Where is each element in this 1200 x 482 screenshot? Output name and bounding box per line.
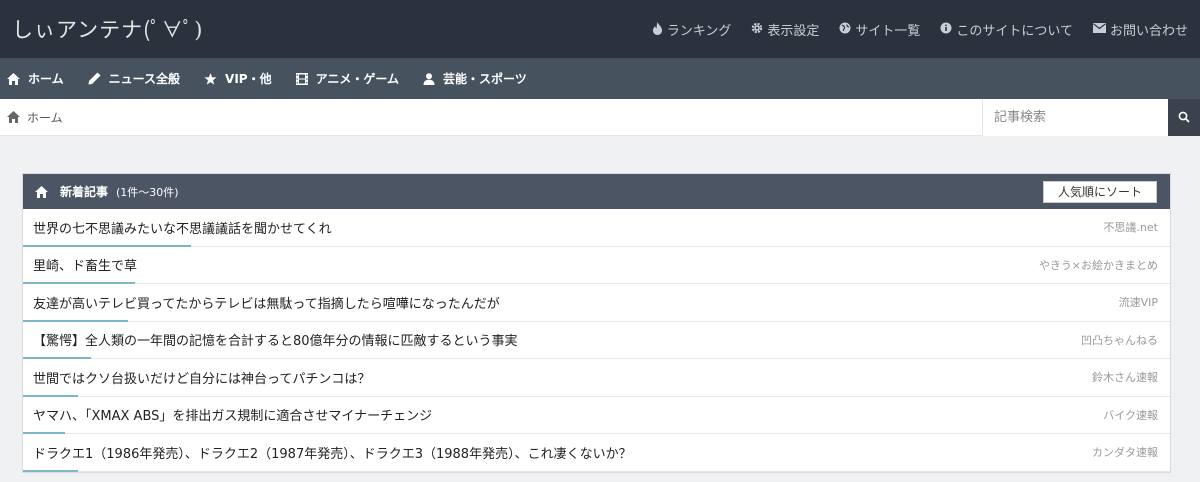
gear-icon bbox=[751, 22, 763, 36]
article-title[interactable]: ヤマハ、「XMAX ABS」を排出ガス規制に適合させマイナーチェンジ bbox=[33, 405, 432, 424]
fire-icon bbox=[652, 21, 663, 37]
article-source[interactable]: カンダタ速報 bbox=[1092, 444, 1158, 460]
breadcrumb[interactable]: ホーム bbox=[0, 109, 63, 126]
article-list: 世界の七不思議みたいな不思議議話を聞かせてくれ 不思議.net 里崎、ド畜生で草 やき… bbox=[23, 209, 1170, 472]
article-title[interactable]: 世間ではクソ台扱いだけど自分には神台ってパチンコは？ bbox=[33, 368, 370, 387]
site-list-link[interactable]: サイト一覧 bbox=[839, 20, 920, 39]
nav-item-news[interactable]: ニュース全般 bbox=[88, 70, 180, 87]
nav-label-vip: VIP・他 bbox=[225, 72, 272, 86]
article-row[interactable]: ドラクエ1（1986年発売）、ドラクエ2（1987年発売）、ドラクエ3（1988… bbox=[23, 434, 1170, 472]
about-label: このサイトについて bbox=[956, 23, 1073, 39]
site-list-label: サイト一覧 bbox=[855, 23, 921, 39]
mail-icon bbox=[1092, 23, 1106, 35]
star-icon bbox=[204, 72, 217, 85]
popularity-bar bbox=[23, 469, 78, 472]
article-source[interactable]: 鈴木さん速報 bbox=[1092, 369, 1158, 385]
about-link[interactable]: このサイトについて bbox=[940, 20, 1073, 39]
article-title[interactable]: 里崎、ド畜生で草 bbox=[33, 255, 137, 274]
pencil-icon bbox=[88, 72, 101, 85]
panel-title-text: 新着記事 bbox=[60, 185, 109, 199]
contact-label: お問い合わせ bbox=[1109, 23, 1188, 39]
sort-popular-button[interactable]: 人気順にソート bbox=[1042, 180, 1157, 203]
article-title[interactable]: ドラクエ1（1986年発売）、ドラクエ2（1987年発売）、ドラクエ3（1988… bbox=[33, 443, 632, 462]
display-settings-label: 表示設定 bbox=[767, 23, 820, 39]
search-box bbox=[982, 98, 1200, 136]
article-source[interactable]: 不思議.net bbox=[1103, 219, 1158, 235]
globe-icon bbox=[839, 22, 851, 36]
site-logo[interactable]: しぃアンテナ(ﾟ∀ﾟ) bbox=[12, 14, 203, 44]
nav-label-news: ニュース全般 bbox=[108, 72, 181, 86]
article-source[interactable]: バイク速報 bbox=[1103, 407, 1158, 423]
user-icon bbox=[423, 72, 435, 85]
category-nav: ホーム ニュース全般 VIP・他 アニメ・ゲーム 芸能・スポーツ bbox=[0, 58, 1200, 99]
search-button[interactable] bbox=[1168, 98, 1200, 136]
ranking-label: ランキング bbox=[666, 23, 732, 39]
nav-item-anime[interactable]: アニメ・ゲーム bbox=[295, 70, 400, 87]
nav-item-home[interactable]: ホーム bbox=[7, 70, 64, 87]
nav-label-anime: アニメ・ゲーム bbox=[315, 72, 400, 86]
new-articles-panel: 新着記事 (1件～30件) 人気順にソート 世界の七不思議みたいな不思議議話を聞… bbox=[22, 173, 1171, 473]
nav-item-entertainment[interactable]: 芸能・スポーツ bbox=[423, 70, 527, 87]
article-row[interactable]: 世界の七不思議みたいな不思議議話を聞かせてくれ 不思議.net bbox=[23, 209, 1170, 247]
breadcrumb-bar: ホーム bbox=[0, 98, 1200, 136]
article-row[interactable]: 【驚愕】全人類の一年間の記憶を合計すると80億年分の情報に匹敵するという事実 凹凸… bbox=[23, 322, 1170, 359]
nav-label-home: ホーム bbox=[28, 72, 64, 86]
article-row[interactable]: 里崎、ド畜生で草 やきう×お絵かきまとめ bbox=[23, 247, 1170, 284]
article-title[interactable]: 【驚愕】全人類の一年間の記憶を合計すると80億年分の情報に匹敵するという事実 bbox=[33, 330, 518, 349]
nav-item-vip[interactable]: VIP・他 bbox=[204, 70, 272, 87]
article-row[interactable]: ヤマハ、「XMAX ABS」を排出ガス規制に適合させマイナーチェンジ バイク速報 bbox=[23, 397, 1170, 434]
breadcrumb-home[interactable]: ホーム bbox=[27, 109, 63, 126]
ranking-link[interactable]: ランキング bbox=[652, 20, 732, 39]
panel-range: (1件～30件) bbox=[116, 185, 179, 199]
top-header: しぃアンテナ(ﾟ∀ﾟ) ランキング 表示設定 サイト一覧 このサイトについて お… bbox=[0, 0, 1200, 58]
search-input[interactable] bbox=[982, 98, 1168, 136]
home-icon bbox=[7, 72, 20, 85]
home-icon bbox=[7, 111, 20, 123]
film-icon bbox=[295, 72, 308, 85]
article-source[interactable]: 凹凸ちゃんねる bbox=[1081, 332, 1158, 348]
article-title[interactable]: 世界の七不思議みたいな不思議議話を聞かせてくれ bbox=[33, 218, 332, 237]
info-icon bbox=[940, 22, 952, 36]
panel-header: 新着記事 (1件～30件) 人気順にソート bbox=[23, 174, 1170, 209]
search-icon bbox=[1178, 108, 1190, 127]
nav-label-entertainment: 芸能・スポーツ bbox=[443, 72, 527, 86]
contact-link[interactable]: お問い合わせ bbox=[1092, 20, 1188, 39]
article-title[interactable]: 友達が高いテレビ買ってたからテレビは無駄って指摘したら喧嘩になったんだが bbox=[33, 293, 500, 312]
home-icon bbox=[35, 185, 48, 198]
article-source[interactable]: やきう×お絵かきまとめ bbox=[1039, 257, 1158, 273]
display-settings-link[interactable]: 表示設定 bbox=[751, 20, 819, 39]
article-source[interactable]: 流速VIP bbox=[1119, 294, 1158, 310]
article-row[interactable]: 世間ではクソ台扱いだけど自分には神台ってパチンコは？ 鈴木さん速報 bbox=[23, 359, 1170, 397]
article-row[interactable]: 友達が高いテレビ買ってたからテレビは無駄って指摘したら喧嘩になったんだが 流速VI… bbox=[23, 284, 1170, 322]
header-links: ランキング 表示設定 サイト一覧 このサイトについて お問い合わせ bbox=[632, 20, 1188, 39]
panel-title: 新着記事 (1件～30件) bbox=[35, 183, 179, 200]
